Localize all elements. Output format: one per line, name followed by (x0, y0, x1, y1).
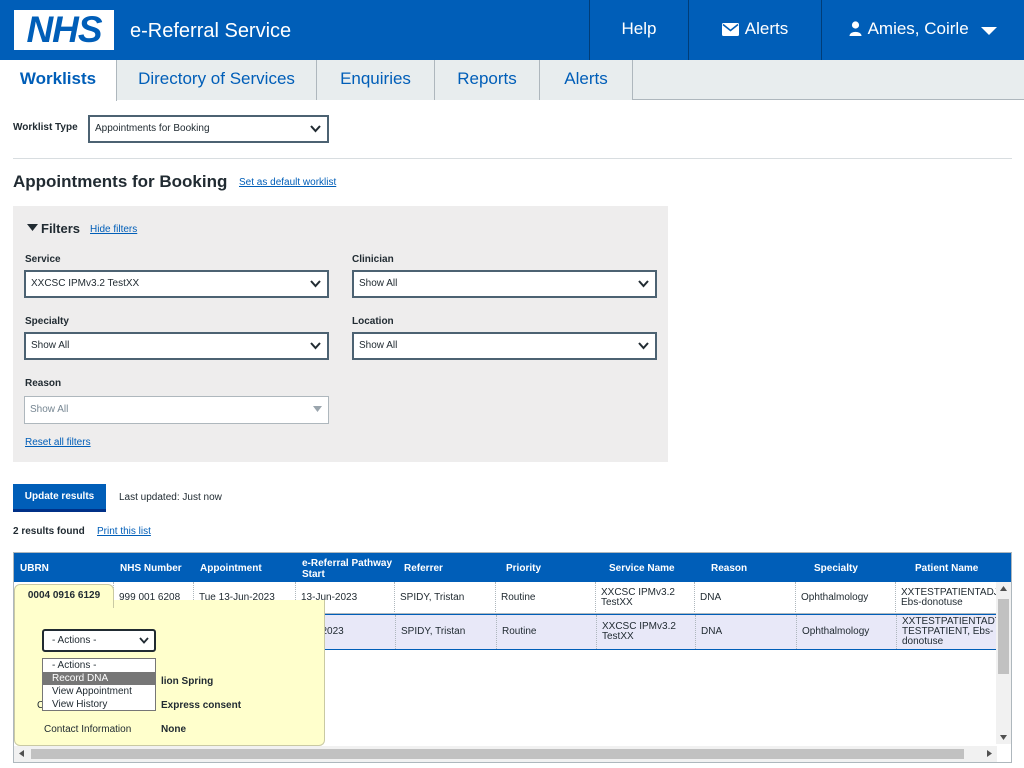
table-header: UBRN NHS Number Appointment e-Referral P… (14, 553, 1011, 582)
cell-priority: Routine (496, 582, 596, 614)
user-icon (849, 21, 862, 36)
col-appointment[interactable]: Appointment (200, 553, 300, 582)
contact-info-value: None (161, 724, 186, 735)
horizontal-scroll-thumb[interactable] (31, 749, 964, 759)
ubrn-cell-active[interactable]: 0004 0916 6129 (14, 584, 114, 608)
main-tabs: Worklists Directory of Services Enquirie… (0, 60, 1024, 101)
nhs-logo[interactable]: NHS (14, 10, 114, 50)
triangle-down-icon[interactable] (27, 224, 38, 232)
actions-select-value: - Actions - (52, 635, 97, 646)
action-option-view-history[interactable]: View History (43, 698, 155, 711)
scroll-down-icon[interactable] (1000, 735, 1007, 740)
tab-directory-of-services[interactable]: Directory of Services (117, 60, 317, 100)
col-priority[interactable]: Priority (506, 553, 596, 582)
chevron-down-icon (638, 342, 649, 350)
chevron-down-icon (310, 280, 321, 288)
contact-info-label: Contact Information (44, 724, 132, 735)
popup-value-2: Express consent (161, 700, 242, 711)
set-default-worklist-link[interactable]: Set as default worklist (239, 177, 336, 188)
clinician-label: Clinician (352, 254, 394, 265)
cell-referrer: SPIDY, Tristan (395, 582, 496, 614)
worklist-type-select[interactable]: Appointments for Booking (88, 115, 329, 143)
location-label: Location (352, 316, 394, 327)
tab-alerts[interactable]: Alerts (540, 60, 633, 100)
filters-heading[interactable]: Filters (41, 221, 80, 236)
nhs-logo-text: NHS (26, 9, 102, 50)
col-ubrn[interactable]: UBRN (20, 553, 115, 582)
location-select[interactable]: Show All (352, 332, 657, 360)
scroll-right-icon[interactable] (987, 750, 992, 757)
tab-worklists[interactable]: Worklists (0, 60, 117, 101)
col-service-name[interactable]: Service Name (609, 553, 699, 582)
tab-reports[interactable]: Reports (435, 60, 540, 100)
service-select[interactable]: XXCSC IPMv3.2 TestXX (24, 270, 329, 298)
horizontal-scrollbar[interactable] (14, 746, 997, 762)
popup-value-1: lion Spring (161, 676, 214, 687)
cell-specialty: Ophthalmology (796, 582, 896, 614)
user-name: Amies, Coirle (867, 19, 969, 38)
page-title: Appointments for Booking (13, 172, 228, 191)
col-patient-name[interactable]: Patient Name (915, 553, 1005, 582)
col-specialty[interactable]: Specialty (814, 553, 904, 582)
specialty-label: Specialty (25, 316, 69, 327)
worklist-type-label: Worklist Type (13, 122, 78, 133)
cell-reason: DNA (696, 615, 797, 649)
specialty-select[interactable]: Show All (24, 332, 329, 360)
reason-value: Show All (30, 404, 69, 415)
col-nhs-number[interactable]: NHS Number (120, 553, 200, 582)
alerts-label: Alerts (744, 19, 789, 38)
scroll-left-icon[interactable] (19, 750, 24, 757)
worklist-type-value: Appointments for Booking (95, 123, 210, 134)
update-results-button[interactable]: Update results (13, 484, 106, 512)
specialty-value: Show All (31, 340, 70, 351)
service-label: Service (25, 254, 61, 265)
clinician-select[interactable]: Show All (352, 270, 657, 298)
help-link[interactable]: Help (589, 0, 688, 60)
reason-label: Reason (25, 378, 62, 389)
divider (13, 158, 1012, 159)
reset-filters-link[interactable]: Reset all filters (25, 437, 91, 448)
reason-select: Show All (24, 396, 329, 424)
chevron-down-icon (310, 125, 321, 133)
actions-dropdown-list: - Actions - Record DNA View Appointment … (42, 658, 156, 711)
envelope-icon (721, 23, 739, 36)
tab-enquiries[interactable]: Enquiries (317, 60, 435, 100)
cell-referrer: SPIDY, Tristan (396, 615, 497, 649)
actions-select[interactable]: - Actions - (42, 629, 156, 652)
last-updated-text: Last updated: Just now (119, 492, 222, 503)
cell-patient: XXTESTPATIENTADT, TESTPATIENT, Ebs-donot… (897, 615, 1003, 649)
col-referrer[interactable]: Referrer (404, 553, 494, 582)
caret-down-icon (981, 27, 998, 35)
chevron-down-icon (310, 342, 321, 350)
cell-service: XXCSC IPMv3.2 TestXX (597, 615, 696, 649)
hide-filters-link[interactable]: Hide filters (90, 224, 137, 235)
col-pathway-start[interactable]: e-Referral Pathway Start (302, 553, 398, 582)
action-option-placeholder[interactable]: - Actions - (43, 659, 155, 672)
cell-priority: Routine (497, 615, 597, 649)
vertical-scrollbar[interactable] (996, 582, 1011, 744)
help-label: Help (621, 19, 657, 38)
chevron-down-icon (638, 280, 649, 288)
cell-specialty: Ophthalmology (797, 615, 897, 649)
service-name[interactable]: e-Referral Service (130, 20, 291, 43)
col-reason[interactable]: Reason (711, 553, 801, 582)
service-value: XXCSC IPMv3.2 TestXX (31, 278, 140, 289)
top-bar: NHS e-Referral Service Help Alerts Amies… (0, 0, 1024, 60)
action-option-record-dna[interactable]: Record DNA (43, 672, 155, 685)
scroll-up-icon[interactable] (1000, 586, 1007, 591)
results-count: 2 results found (13, 526, 85, 537)
action-option-view-appointment[interactable]: View Appointment (43, 685, 155, 698)
clinician-value: Show All (359, 278, 398, 289)
vertical-scroll-thumb[interactable] (998, 599, 1009, 674)
cell-service: XXCSC IPMv3.2 TestXX (596, 582, 695, 614)
print-list-link[interactable]: Print this list (97, 526, 151, 537)
user-menu[interactable]: Amies, Coirle (821, 0, 1024, 60)
chevron-down-icon (139, 637, 149, 644)
cell-reason: DNA (695, 582, 796, 614)
alerts-link[interactable]: Alerts (688, 0, 821, 60)
location-value: Show All (359, 340, 398, 351)
triangle-down-icon (313, 406, 322, 412)
cell-patient: XXTESTPATIENTADJ, Ebs-donotuse (896, 582, 1002, 614)
